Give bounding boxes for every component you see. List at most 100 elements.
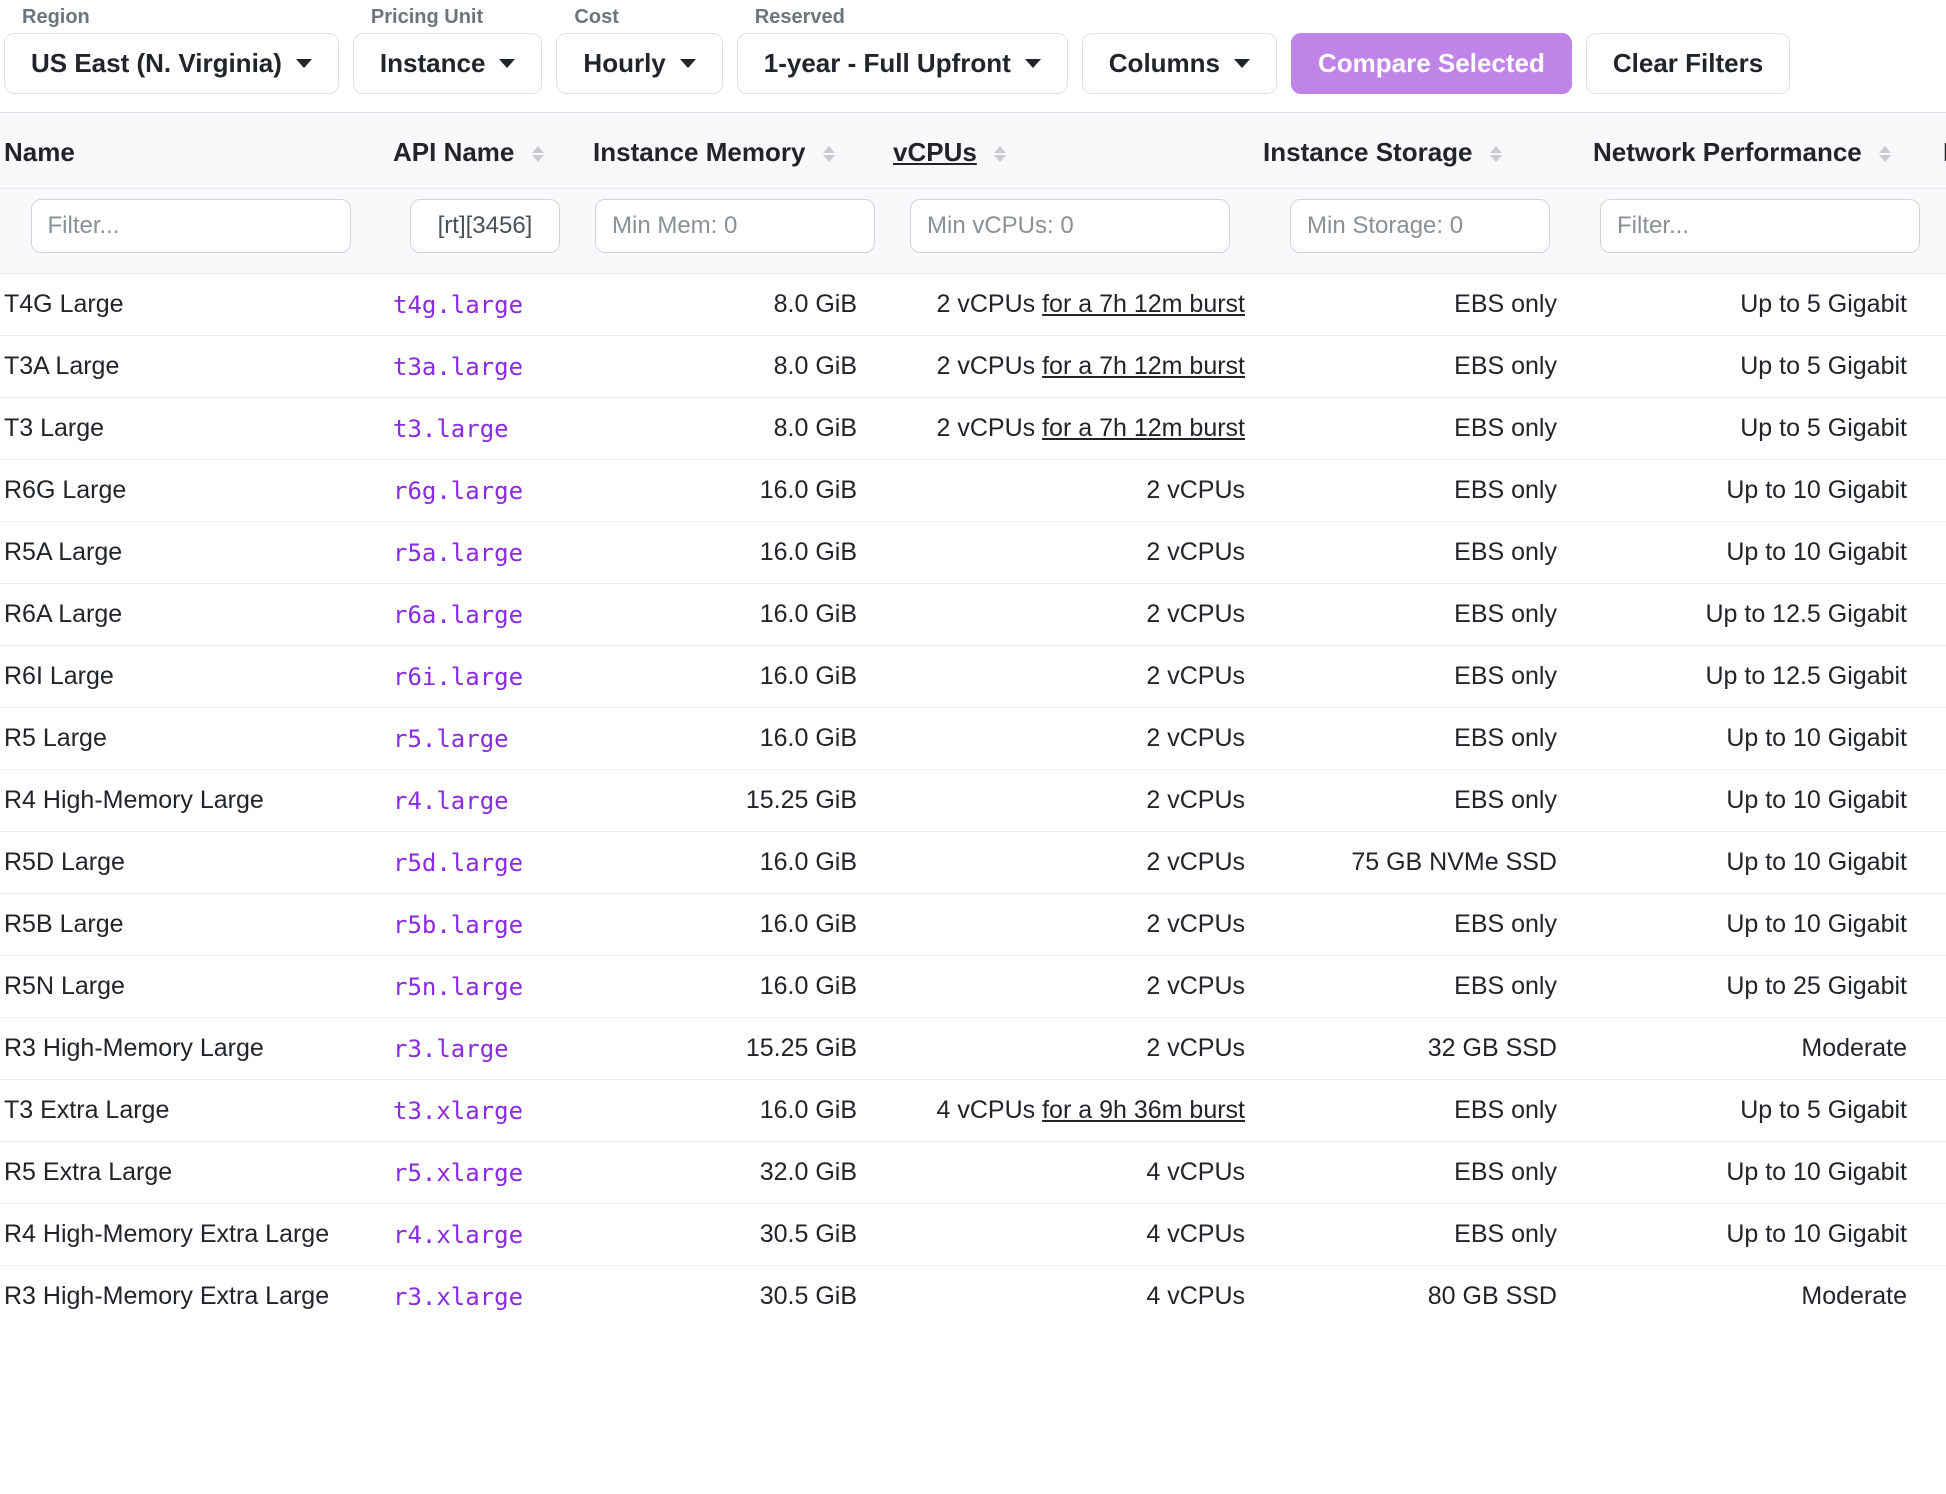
table-row[interactable]: R5 Extra Larger5.xlarge32.0 GiB4 vCPUsEB… — [0, 1142, 1946, 1204]
table-row[interactable]: T3 Extra Larget3.xlarge16.0 GiB4 vCPUs f… — [0, 1080, 1946, 1142]
table-body: T4G Larget4g.large8.0 GiB2 vCPUs for a 7… — [0, 274, 1946, 1328]
col-header-memory[interactable]: Instance Memory — [585, 113, 885, 189]
cell-name: R3 High-Memory Extra Large — [0, 1266, 385, 1328]
reserved-label: Reserved — [755, 6, 1068, 29]
cell-memory: 16.0 GiB — [585, 894, 885, 956]
cell-api-name[interactable]: r3.large — [385, 1018, 585, 1080]
cell-vcpus: 2 vCPUs — [885, 584, 1255, 646]
cell-vcpus: 2 vCPUs — [885, 522, 1255, 584]
table-row[interactable]: R3 High-Memory Larger3.large15.25 GiB2 v… — [0, 1018, 1946, 1080]
cell-network: Up to 10 Gigabit — [1585, 770, 1935, 832]
reserved-dropdown[interactable]: 1-year - Full Upfront — [737, 33, 1068, 94]
cost-dropdown[interactable]: Hourly — [556, 33, 722, 94]
table-row[interactable]: T3A Larget3a.large8.0 GiB2 vCPUs for a 7… — [0, 336, 1946, 398]
region-control: Region US East (N. Virginia) — [4, 6, 339, 94]
cell-network: Up to 10 Gigabit — [1585, 894, 1935, 956]
filter-network-input[interactable] — [1600, 199, 1920, 253]
burst-note: for a 9h 36m burst — [1042, 1096, 1245, 1124]
cell-name: R4 High-Memory Extra Large — [0, 1204, 385, 1266]
table-row[interactable]: T3 Larget3.large8.0 GiB2 vCPUs for a 7h … — [0, 398, 1946, 460]
cell-api-name[interactable]: r5.large — [385, 708, 585, 770]
pricing-unit-dropdown[interactable]: Instance — [353, 33, 543, 94]
cell-api-name[interactable]: t3.large — [385, 398, 585, 460]
cell-api-name[interactable]: t3a.large — [385, 336, 585, 398]
table-row[interactable]: R5B Larger5b.large16.0 GiB2 vCPUsEBS onl… — [0, 894, 1946, 956]
cell-api-name[interactable]: r6i.large — [385, 646, 585, 708]
cell-api-name[interactable]: r4.large — [385, 770, 585, 832]
clear-filters-button[interactable]: Clear Filters — [1586, 33, 1790, 94]
burst-note: for a 7h 12m burst — [1042, 352, 1245, 380]
region-dropdown[interactable]: US East (N. Virginia) — [4, 33, 339, 94]
cell-api-name[interactable]: r5n.large — [385, 956, 585, 1018]
table-row[interactable]: R5N Larger5n.large16.0 GiB2 vCPUsEBS onl… — [0, 956, 1946, 1018]
table-row[interactable]: R5 Larger5.large16.0 GiB2 vCPUsEBS onlyU… — [0, 708, 1946, 770]
cell-api-name[interactable]: r3.xlarge — [385, 1266, 585, 1328]
col-header-storage[interactable]: Instance Storage — [1255, 113, 1585, 189]
cell-api-name[interactable]: r5d.large — [385, 832, 585, 894]
columns-dropdown[interactable]: Columns — [1082, 33, 1277, 94]
cell-api-name[interactable]: r5a.large — [385, 522, 585, 584]
table-row[interactable]: R6I Larger6i.large16.0 GiB2 vCPUsEBS onl… — [0, 646, 1946, 708]
filter-storage-input[interactable] — [1290, 199, 1550, 253]
cell-vcpus: 4 vCPUs — [885, 1266, 1255, 1328]
cell-api-name[interactable]: r6a.large — [385, 584, 585, 646]
filter-api-input[interactable] — [410, 199, 560, 253]
cell-name: R5 Large — [0, 708, 385, 770]
cell-memory: 16.0 GiB — [585, 832, 885, 894]
col-header-vcpus[interactable]: vCPUs — [885, 113, 1255, 189]
table-row[interactable]: R6G Larger6g.large16.0 GiB2 vCPUsEBS onl… — [0, 460, 1946, 522]
cell-vcpus: 2 vCPUs — [885, 770, 1255, 832]
instance-table: Name API Name Instance Memory vCPUs — [0, 113, 1946, 1327]
filter-memory-input[interactable] — [595, 199, 875, 253]
cell-memory: 16.0 GiB — [585, 522, 885, 584]
cell-vcpus: 2 vCPUs — [885, 708, 1255, 770]
cell-vcpus: 2 vCPUs — [885, 646, 1255, 708]
cell-extra — [1935, 398, 1946, 460]
caret-down-icon — [1234, 59, 1250, 68]
table-row[interactable]: R4 High-Memory Extra Larger4.xlarge30.5 … — [0, 1204, 1946, 1266]
cell-network: Up to 12.5 Gigabit — [1585, 584, 1935, 646]
table-row[interactable]: R3 High-Memory Extra Larger3.xlarge30.5 … — [0, 1266, 1946, 1328]
cell-api-name[interactable]: t3.xlarge — [385, 1080, 585, 1142]
cell-name: R6I Large — [0, 646, 385, 708]
col-header-name[interactable]: Name — [0, 113, 385, 189]
col-header-api-name[interactable]: API Name — [385, 113, 585, 189]
cell-api-name[interactable]: t4g.large — [385, 274, 585, 336]
caret-down-icon — [499, 59, 515, 68]
cell-api-name[interactable]: r4.xlarge — [385, 1204, 585, 1266]
filter-vcpus-input[interactable] — [910, 199, 1230, 253]
cell-memory: 8.0 GiB — [585, 274, 885, 336]
columns-label: Columns — [1109, 48, 1220, 79]
cell-memory: 16.0 GiB — [585, 646, 885, 708]
table-row[interactable]: R5D Larger5d.large16.0 GiB2 vCPUs75 GB N… — [0, 832, 1946, 894]
cell-network: Up to 10 Gigabit — [1585, 1142, 1935, 1204]
compare-selected-button[interactable]: Compare Selected — [1291, 33, 1572, 94]
cell-storage: EBS only — [1255, 398, 1585, 460]
table-row[interactable]: R5A Larger5a.large16.0 GiB2 vCPUsEBS onl… — [0, 522, 1946, 584]
col-header-extra[interactable]: L — [1935, 113, 1946, 189]
cell-api-name[interactable]: r5.xlarge — [385, 1142, 585, 1204]
clear-control: Clear Filters — [1586, 6, 1790, 94]
pricing-unit-control: Pricing Unit Instance — [353, 6, 543, 94]
cell-storage: EBS only — [1255, 770, 1585, 832]
cell-memory: 16.0 GiB — [585, 708, 885, 770]
cell-api-name[interactable]: r6g.large — [385, 460, 585, 522]
col-header-network[interactable]: Network Performance — [1585, 113, 1935, 189]
cell-name: R3 High-Memory Large — [0, 1018, 385, 1080]
table-row[interactable]: T4G Larget4g.large8.0 GiB2 vCPUs for a 7… — [0, 274, 1946, 336]
filter-name-input[interactable] — [31, 199, 351, 253]
cell-extra — [1935, 336, 1946, 398]
cell-name: R5A Large — [0, 522, 385, 584]
region-label: Region — [22, 6, 339, 29]
cell-network: Up to 10 Gigabit — [1585, 522, 1935, 584]
cell-api-name[interactable]: r5b.large — [385, 894, 585, 956]
compare-label: Compare Selected — [1318, 48, 1545, 79]
cell-name: R5 Extra Large — [0, 1142, 385, 1204]
cell-network: Up to 10 Gigabit — [1585, 1204, 1935, 1266]
cell-memory: 8.0 GiB — [585, 398, 885, 460]
cell-name: R6G Large — [0, 460, 385, 522]
cell-network: Up to 5 Gigabit — [1585, 1080, 1935, 1142]
table-row[interactable]: R4 High-Memory Larger4.large15.25 GiB2 v… — [0, 770, 1946, 832]
cell-storage: EBS only — [1255, 522, 1585, 584]
table-row[interactable]: R6A Larger6a.large16.0 GiB2 vCPUsEBS onl… — [0, 584, 1946, 646]
